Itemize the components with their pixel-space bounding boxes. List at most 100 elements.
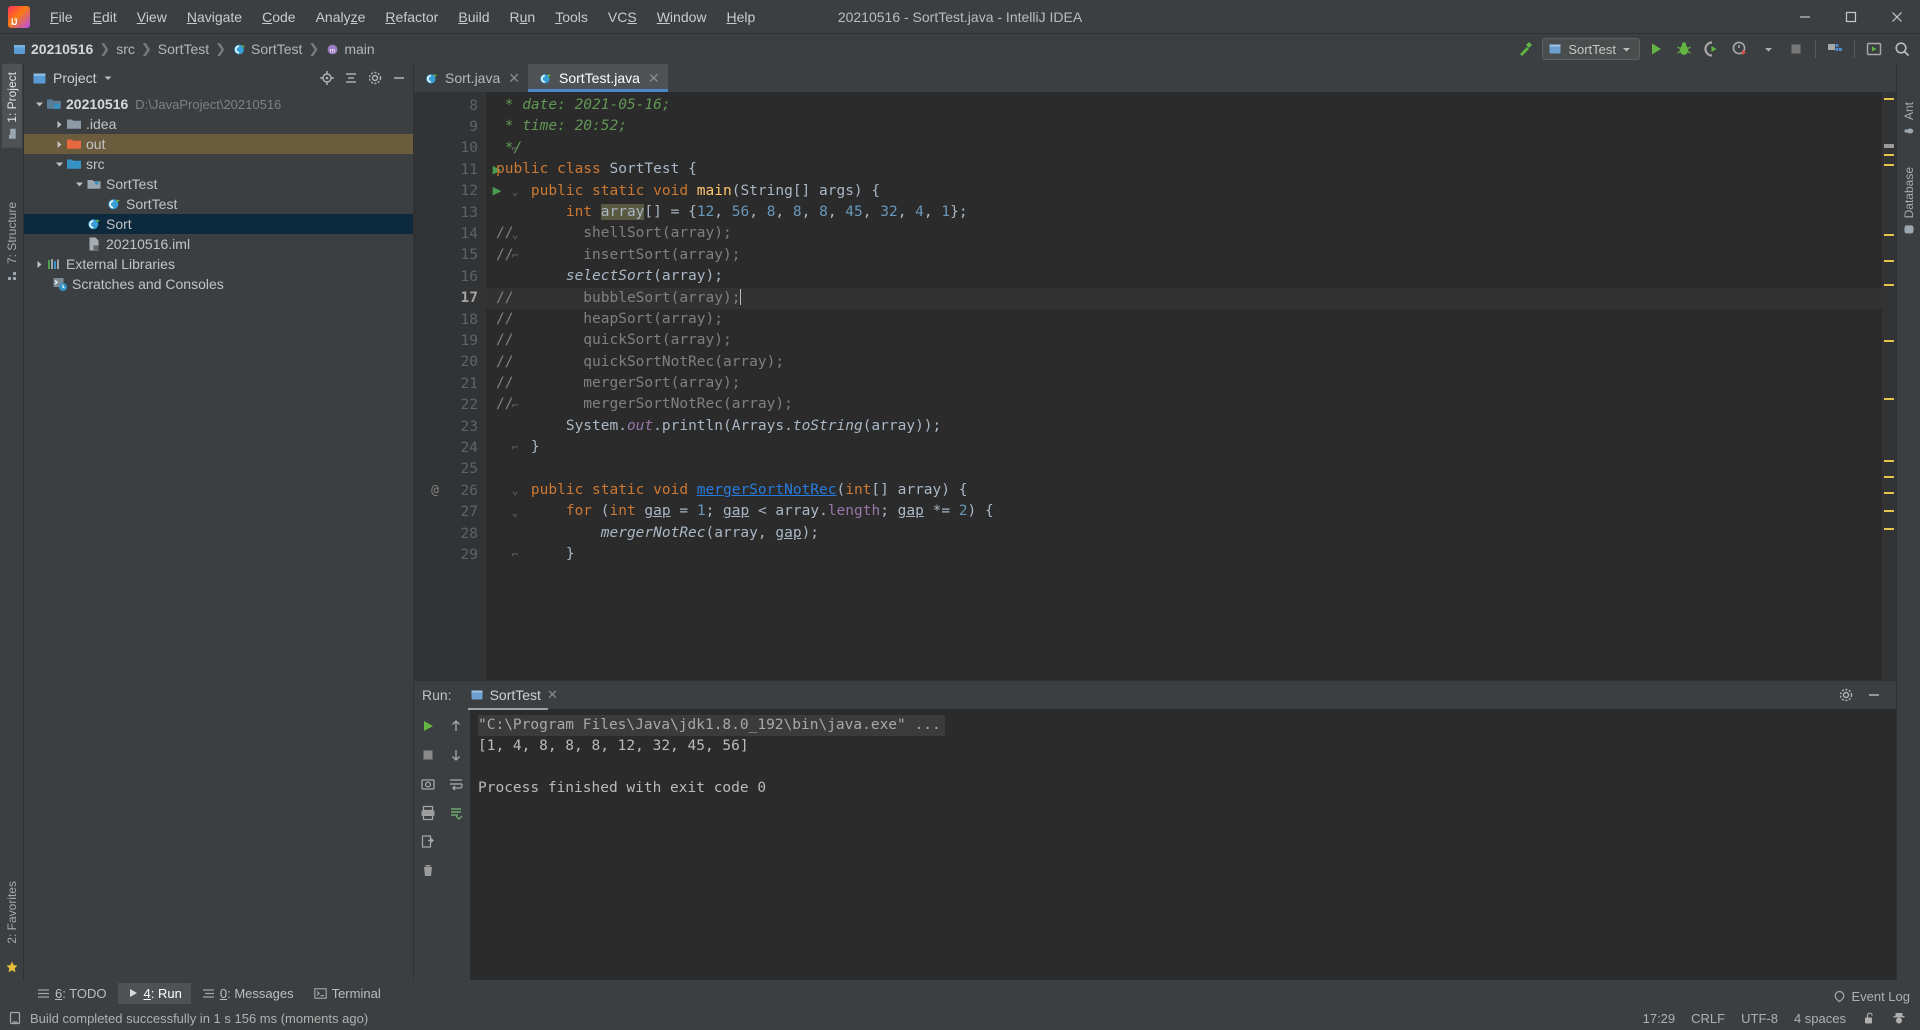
up-icon[interactable] — [445, 715, 467, 737]
chevron-right-icon[interactable] — [52, 140, 66, 149]
tree-row-out[interactable]: out — [24, 134, 413, 154]
editor-scroll-markers[interactable] — [1882, 92, 1896, 680]
menu-run[interactable]: Run — [500, 6, 546, 28]
menu-view[interactable]: View — [127, 6, 177, 28]
stop-icon[interactable] — [1784, 37, 1808, 61]
close-icon[interactable] — [1874, 0, 1920, 34]
run-configuration-selector[interactable]: SortTest — [1542, 38, 1640, 60]
stop-icon[interactable] — [417, 744, 439, 766]
menu-code[interactable]: Code — [252, 6, 305, 28]
code-line: System.out.println(Arrays.toString(array… — [496, 417, 942, 434]
sidebar-item-structure[interactable]: 7: Structure — [2, 194, 22, 289]
navigation-bar: 20210516 ❯ src ❯ SortTest ❯ SortTest ❯ m — [0, 34, 1920, 64]
menu-tools[interactable]: Tools — [545, 6, 598, 28]
screenshot-icon[interactable] — [417, 773, 439, 795]
menu-edit[interactable]: Edit — [83, 6, 127, 28]
locate-icon[interactable] — [319, 70, 335, 86]
down-icon[interactable] — [445, 744, 467, 766]
tree-row-src[interactable]: src — [24, 154, 413, 174]
tree-row-external-libraries[interactable]: External Libraries — [24, 254, 413, 274]
menu-refactor[interactable]: Refactor — [375, 6, 448, 28]
run-console[interactable]: "C:\Program Files\Java\jdk1.8.0_192\bin\… — [470, 709, 1896, 980]
chevron-right-icon[interactable] — [32, 260, 46, 269]
run-with-coverage-icon[interactable] — [1700, 37, 1724, 61]
gear-icon[interactable] — [367, 70, 383, 86]
scroll-to-end-icon[interactable] — [445, 802, 467, 824]
close-icon[interactable]: ✕ — [648, 70, 660, 87]
editor-gutter[interactable]: 8 9 10⌐ 11▶ 12▶⌄ 13 14⌄ 15⌐ 16 17⌄ 18 19… — [414, 92, 518, 680]
code-editor[interactable]: * date: 2021-05-16; * time: 20:52; */ pu… — [486, 92, 1882, 680]
menu-build[interactable]: Build — [448, 6, 499, 28]
close-icon[interactable]: ✕ — [547, 687, 558, 703]
chevron-down-icon[interactable] — [72, 180, 86, 189]
tree-row-iml[interactable]: 20210516.iml — [24, 234, 413, 254]
tool-button-messages[interactable]: 0: Messages — [193, 983, 303, 1004]
collapse-all-icon[interactable] — [343, 70, 359, 86]
breadcrumb-class[interactable]: SortTest — [228, 41, 306, 57]
maximize-icon[interactable] — [1828, 0, 1874, 34]
status-encoding[interactable]: UTF-8 — [1741, 1011, 1778, 1026]
run-tab-sorttest[interactable]: SortTest ✕ — [464, 684, 564, 710]
minimize-icon[interactable] — [1782, 0, 1828, 34]
menu-window[interactable]: Window — [647, 6, 717, 28]
project-icon — [12, 42, 27, 57]
chevron-down-icon[interactable] — [32, 100, 46, 109]
menu-vcs[interactable]: VCS — [598, 6, 647, 28]
print-icon[interactable] — [417, 802, 439, 824]
chevron-down-icon[interactable] — [103, 73, 113, 83]
tool-button-terminal[interactable]: Terminal — [305, 983, 390, 1004]
line-number: 21 — [460, 375, 478, 392]
rerun-icon[interactable] — [417, 715, 439, 737]
tree-row-scratches[interactable]: Scratches and Consoles — [24, 274, 413, 294]
editor-tab-sort[interactable]: Sort.java ✕ — [414, 64, 528, 92]
soft-wrap-icon[interactable] — [445, 773, 467, 795]
hide-icon[interactable] — [391, 70, 407, 86]
breadcrumb-method[interactable]: m main — [321, 41, 378, 57]
close-icon[interactable]: ✕ — [508, 70, 520, 87]
menu-file[interactable]: File — [40, 6, 83, 28]
unlock-icon[interactable] — [1862, 1011, 1876, 1025]
tool-button-run[interactable]: 4: Run — [117, 982, 191, 1004]
menu-analyze[interactable]: Analyze — [306, 6, 376, 28]
tool-button-todo[interactable]: 6: TODO — [28, 983, 116, 1004]
tree-row-project[interactable]: 20210516 D:\JavaProject\20210516 — [24, 94, 413, 114]
profile-icon[interactable] — [1728, 37, 1752, 61]
search-everywhere-icon[interactable] — [1890, 37, 1914, 61]
sidebar-item-database[interactable]: Database — [1899, 159, 1919, 243]
tree-row-idea[interactable]: .idea — [24, 114, 413, 134]
project-structure-icon[interactable] — [1823, 37, 1847, 61]
status-line-separator[interactable]: CRLF — [1691, 1011, 1725, 1026]
chevron-right-icon[interactable] — [52, 120, 66, 129]
sidebar-item-project[interactable]: 1: Project — [1, 64, 22, 148]
breadcrumb-package[interactable]: SortTest — [154, 41, 213, 57]
menu-navigate[interactable]: Navigate — [177, 6, 252, 28]
hammer-icon[interactable] — [1514, 37, 1538, 61]
editor-area: 8 9 10⌐ 11▶ 12▶⌄ 13 14⌄ 15⌐ 16 17⌄ 18 19… — [414, 92, 1896, 680]
breadcrumb-project[interactable]: 20210516 — [8, 41, 97, 57]
run-icon[interactable] — [1644, 37, 1668, 61]
status-indent[interactable]: 4 spaces — [1794, 1011, 1846, 1026]
sidebar-item-ant[interactable]: Ant — [1899, 94, 1919, 145]
clear-all-icon[interactable] — [417, 860, 439, 882]
event-log-button[interactable]: Event Log — [1833, 989, 1910, 1004]
debug-icon[interactable] — [1672, 37, 1696, 61]
gear-icon[interactable] — [1838, 687, 1854, 703]
hector-icon[interactable] — [1892, 1011, 1906, 1025]
breadcrumb-src[interactable]: src — [112, 41, 139, 57]
updates-icon[interactable] — [1862, 37, 1886, 61]
tree-row-class-sorttest[interactable]: SortTest — [24, 194, 413, 214]
editor-tab-sorttest[interactable]: SortTest.java ✕ — [527, 64, 668, 92]
override-marker-icon[interactable]: @ — [431, 483, 439, 498]
export-icon[interactable] — [417, 831, 439, 853]
menu-help[interactable]: Help — [717, 6, 766, 28]
gutter-line: 9 — [414, 116, 486, 137]
chevron-down-icon[interactable] — [1756, 37, 1780, 61]
sidebar-item-favorites[interactable]: 2: Favorites — [2, 873, 22, 952]
favorites-icon[interactable] — [5, 960, 19, 974]
tree-row-class-sort[interactable]: Sort — [24, 214, 413, 234]
line-number: 19 — [460, 332, 478, 349]
hide-icon[interactable] — [1866, 687, 1882, 703]
tree-row-package[interactable]: SortTest — [24, 174, 413, 194]
chevron-down-icon[interactable] — [52, 160, 66, 169]
